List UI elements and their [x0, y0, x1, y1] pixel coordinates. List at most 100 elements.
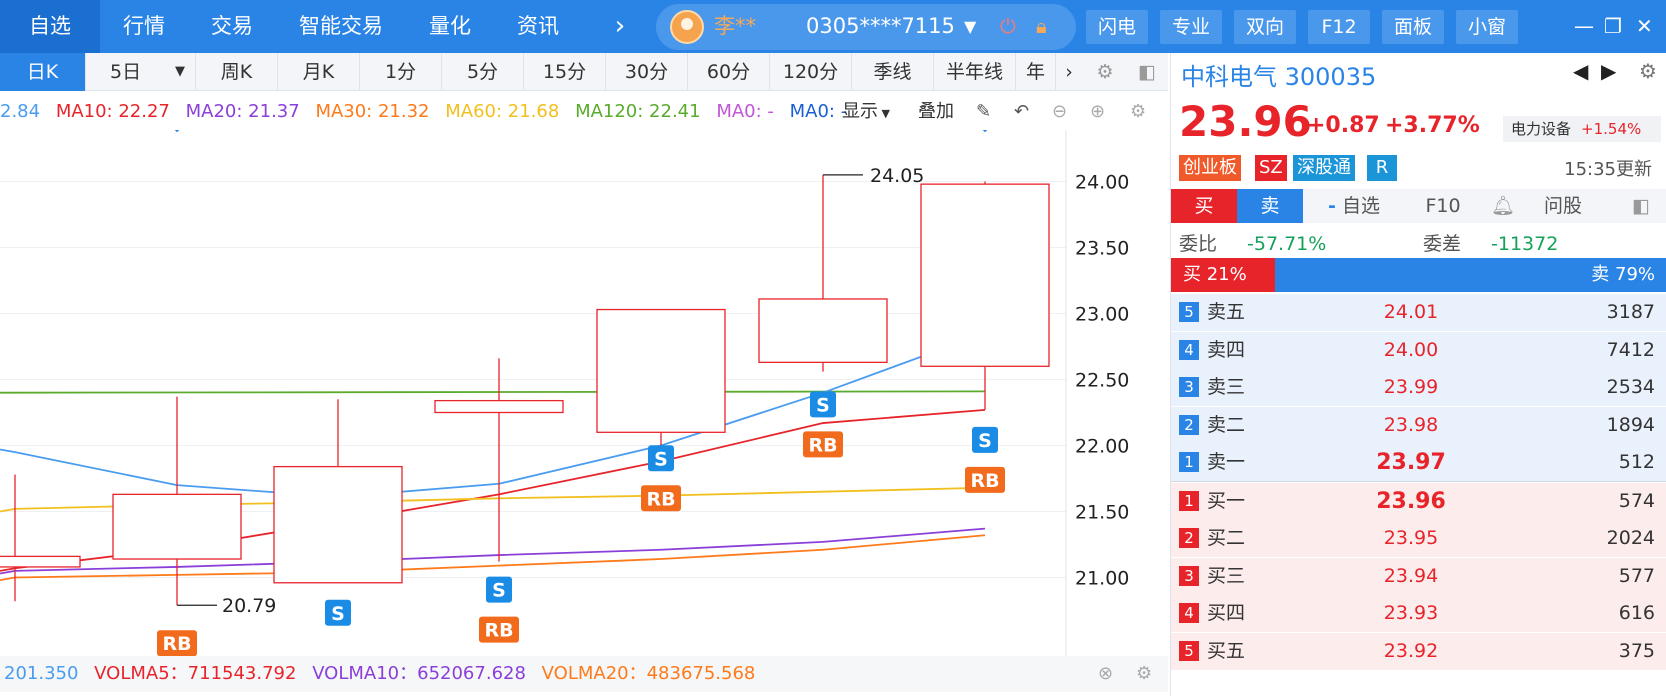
restore-icon[interactable]: ❐: [1604, 0, 1622, 53]
tab-quarter[interactable]: 季线: [852, 53, 934, 91]
pro-button[interactable]: 专业: [1160, 10, 1222, 44]
bid-row[interactable]: 1 买一 23.96 574: [1171, 482, 1666, 520]
volma20-value: VOLMA20：483675.568: [541, 663, 756, 684]
tab-monthly-k[interactable]: 月K: [278, 53, 360, 91]
buy-button[interactable]: 买: [1171, 189, 1237, 223]
sell-ratio-fill: 卖 79%: [1275, 258, 1666, 292]
tab-60-min[interactable]: 60分: [688, 53, 770, 91]
bid-row[interactable]: 4 买四 23.93 616: [1171, 595, 1666, 632]
panel-toggle-icon[interactable]: ◧: [1621, 189, 1661, 223]
tab-year[interactable]: 年: [1016, 53, 1056, 91]
ask-row[interactable]: 2 卖二 23.98 1894: [1171, 406, 1666, 444]
close-circle-icon[interactable]: ⊗: [1098, 656, 1113, 692]
order-ratio-row: 委比 -57.71% 委差 -11372: [1171, 227, 1666, 261]
tag-chinext[interactable]: 创业板: [1179, 155, 1241, 181]
overlay-button[interactable]: 叠加: [918, 94, 954, 130]
weicha-value: -11372: [1491, 233, 1559, 255]
nav-trade[interactable]: 交易: [188, 0, 276, 53]
nav-smart-trade[interactable]: 智能交易: [276, 0, 406, 53]
undo-icon[interactable]: ↶: [1014, 94, 1029, 130]
low-label: 20.79: [222, 595, 276, 617]
lock-icon[interactable]: 🔒︎: [1036, 0, 1047, 53]
ma10-value: MA10: 22.27: [55, 101, 170, 122]
bid-row[interactable]: 5 买五 23.92 375: [1171, 632, 1666, 670]
nav-more-icon[interactable]: ›: [600, 0, 640, 53]
tab-daily-k[interactable]: 日K: [0, 53, 86, 91]
ma120-value: MA120: 22.41: [575, 101, 701, 122]
chevron-right-icon[interactable]: ›: [1056, 53, 1082, 91]
weibi-value: -57.71%: [1247, 233, 1327, 255]
zoom-out-icon[interactable]: ⊖: [1052, 94, 1067, 130]
tab-half-year[interactable]: 半年线: [934, 53, 1016, 91]
settings-icon[interactable]: ⚙: [1088, 53, 1122, 91]
ask-row[interactable]: 3 卖三 23.99 2534: [1171, 369, 1666, 406]
kline-chart[interactable]: 24.00 23.50 23.00 22.50 22.00 21.50 21.00 24.05…: [0, 130, 1168, 656]
tab-weekly-k[interactable]: 周K: [196, 53, 278, 91]
two-way-button[interactable]: 双向: [1234, 10, 1296, 44]
level-price: 24.01: [1383, 301, 1439, 323]
bid-row[interactable]: 3 买三 23.94 577: [1171, 557, 1666, 595]
candle-body[interactable]: [920, 183, 1050, 367]
f12-button[interactable]: F12: [1308, 10, 1370, 44]
minimize-icon[interactable]: —: [1574, 0, 1594, 53]
candle-body[interactable]: [434, 399, 564, 414]
nav-quant[interactable]: 量化: [406, 0, 494, 53]
add-watchlist-button[interactable]: - 自选: [1309, 189, 1399, 223]
level-label: 卖二: [1207, 413, 1246, 436]
tag-sz[interactable]: SZ: [1255, 155, 1287, 181]
sector-badge[interactable]: 电力设备 +1.54%: [1503, 116, 1661, 142]
vol-settings-icon[interactable]: ⚙: [1136, 656, 1152, 692]
mini-window-button[interactable]: 小窗: [1456, 10, 1518, 44]
power-icon[interactable]: ⏻: [1000, 0, 1016, 53]
tag-r[interactable]: R: [1367, 155, 1397, 181]
tab-30-min[interactable]: 30分: [606, 53, 688, 91]
candle-body[interactable]: [273, 465, 403, 584]
nav-news[interactable]: 资讯: [494, 0, 582, 53]
bid-row[interactable]: 2 买二 23.95 2024: [1171, 520, 1666, 557]
candle-body[interactable]: [758, 298, 888, 363]
brush-icon[interactable]: ✎: [976, 94, 991, 130]
candle-body[interactable]: [112, 493, 242, 560]
nav-watchlist[interactable]: 自选: [0, 0, 100, 53]
signal-rb-text: RB: [970, 470, 999, 492]
zoom-in-icon[interactable]: ⊕: [1090, 94, 1105, 130]
display-dropdown[interactable]: 显示 ▼: [842, 94, 890, 132]
candle-body[interactable]: [0, 555, 81, 568]
close-icon[interactable]: ✕: [1636, 0, 1653, 53]
ma5-value: 2.84: [0, 101, 41, 122]
tab-1-min[interactable]: 1分: [360, 53, 442, 91]
avatar[interactable]: [670, 10, 704, 44]
sell-button[interactable]: 卖: [1237, 189, 1303, 223]
nav-market[interactable]: 行情: [100, 0, 188, 53]
level-volume: 375: [1618, 639, 1655, 662]
layout-toggle-icon[interactable]: ◧: [1130, 53, 1164, 91]
ask-row[interactable]: 4 卖四 24.00 7412: [1171, 331, 1666, 369]
panel-button[interactable]: 面板: [1382, 10, 1444, 44]
level-price: 23.92: [1383, 639, 1439, 662]
candle-body[interactable]: [596, 308, 726, 433]
f10-button[interactable]: F10: [1403, 189, 1483, 223]
chart-settings-icon[interactable]: ⚙: [1130, 94, 1146, 130]
quote-settings-icon[interactable]: ⚙: [1639, 59, 1657, 83]
tab-5-min[interactable]: 5分: [442, 53, 524, 91]
tag-sz-connect[interactable]: 深股通: [1293, 155, 1355, 181]
flash-button[interactable]: 闪电: [1086, 10, 1148, 44]
stock-name[interactable]: 中科电气 300035: [1181, 57, 1376, 92]
dropdown-caret-icon[interactable]: ▼: [964, 0, 976, 53]
ma0-value-a: MA0: -: [716, 101, 774, 122]
user-name: 李**: [714, 14, 756, 38]
tab-120-min[interactable]: 120分: [770, 53, 852, 91]
ma30-value: MA30: 21.32: [315, 101, 430, 122]
tab-5-day[interactable]: 5日 ▼: [86, 53, 196, 91]
account-number[interactable]: 0305****7115: [806, 0, 955, 53]
ask-row[interactable]: 5 卖五 24.01 3187: [1171, 294, 1666, 331]
tab-15-min[interactable]: 15分: [524, 53, 606, 91]
ask-stock-button[interactable]: 问股: [1523, 189, 1603, 223]
level-volume: 574: [1618, 489, 1655, 512]
level-volume: 2024: [1606, 527, 1655, 549]
caret-down-icon: ▼: [878, 107, 890, 120]
prev-stock-icon[interactable]: ◀: [1573, 59, 1588, 83]
ask-row[interactable]: 1 卖一 23.97 512: [1171, 444, 1666, 481]
bell-icon[interactable]: 🔔︎: [1483, 189, 1523, 223]
next-stock-icon[interactable]: ▶: [1601, 59, 1616, 83]
